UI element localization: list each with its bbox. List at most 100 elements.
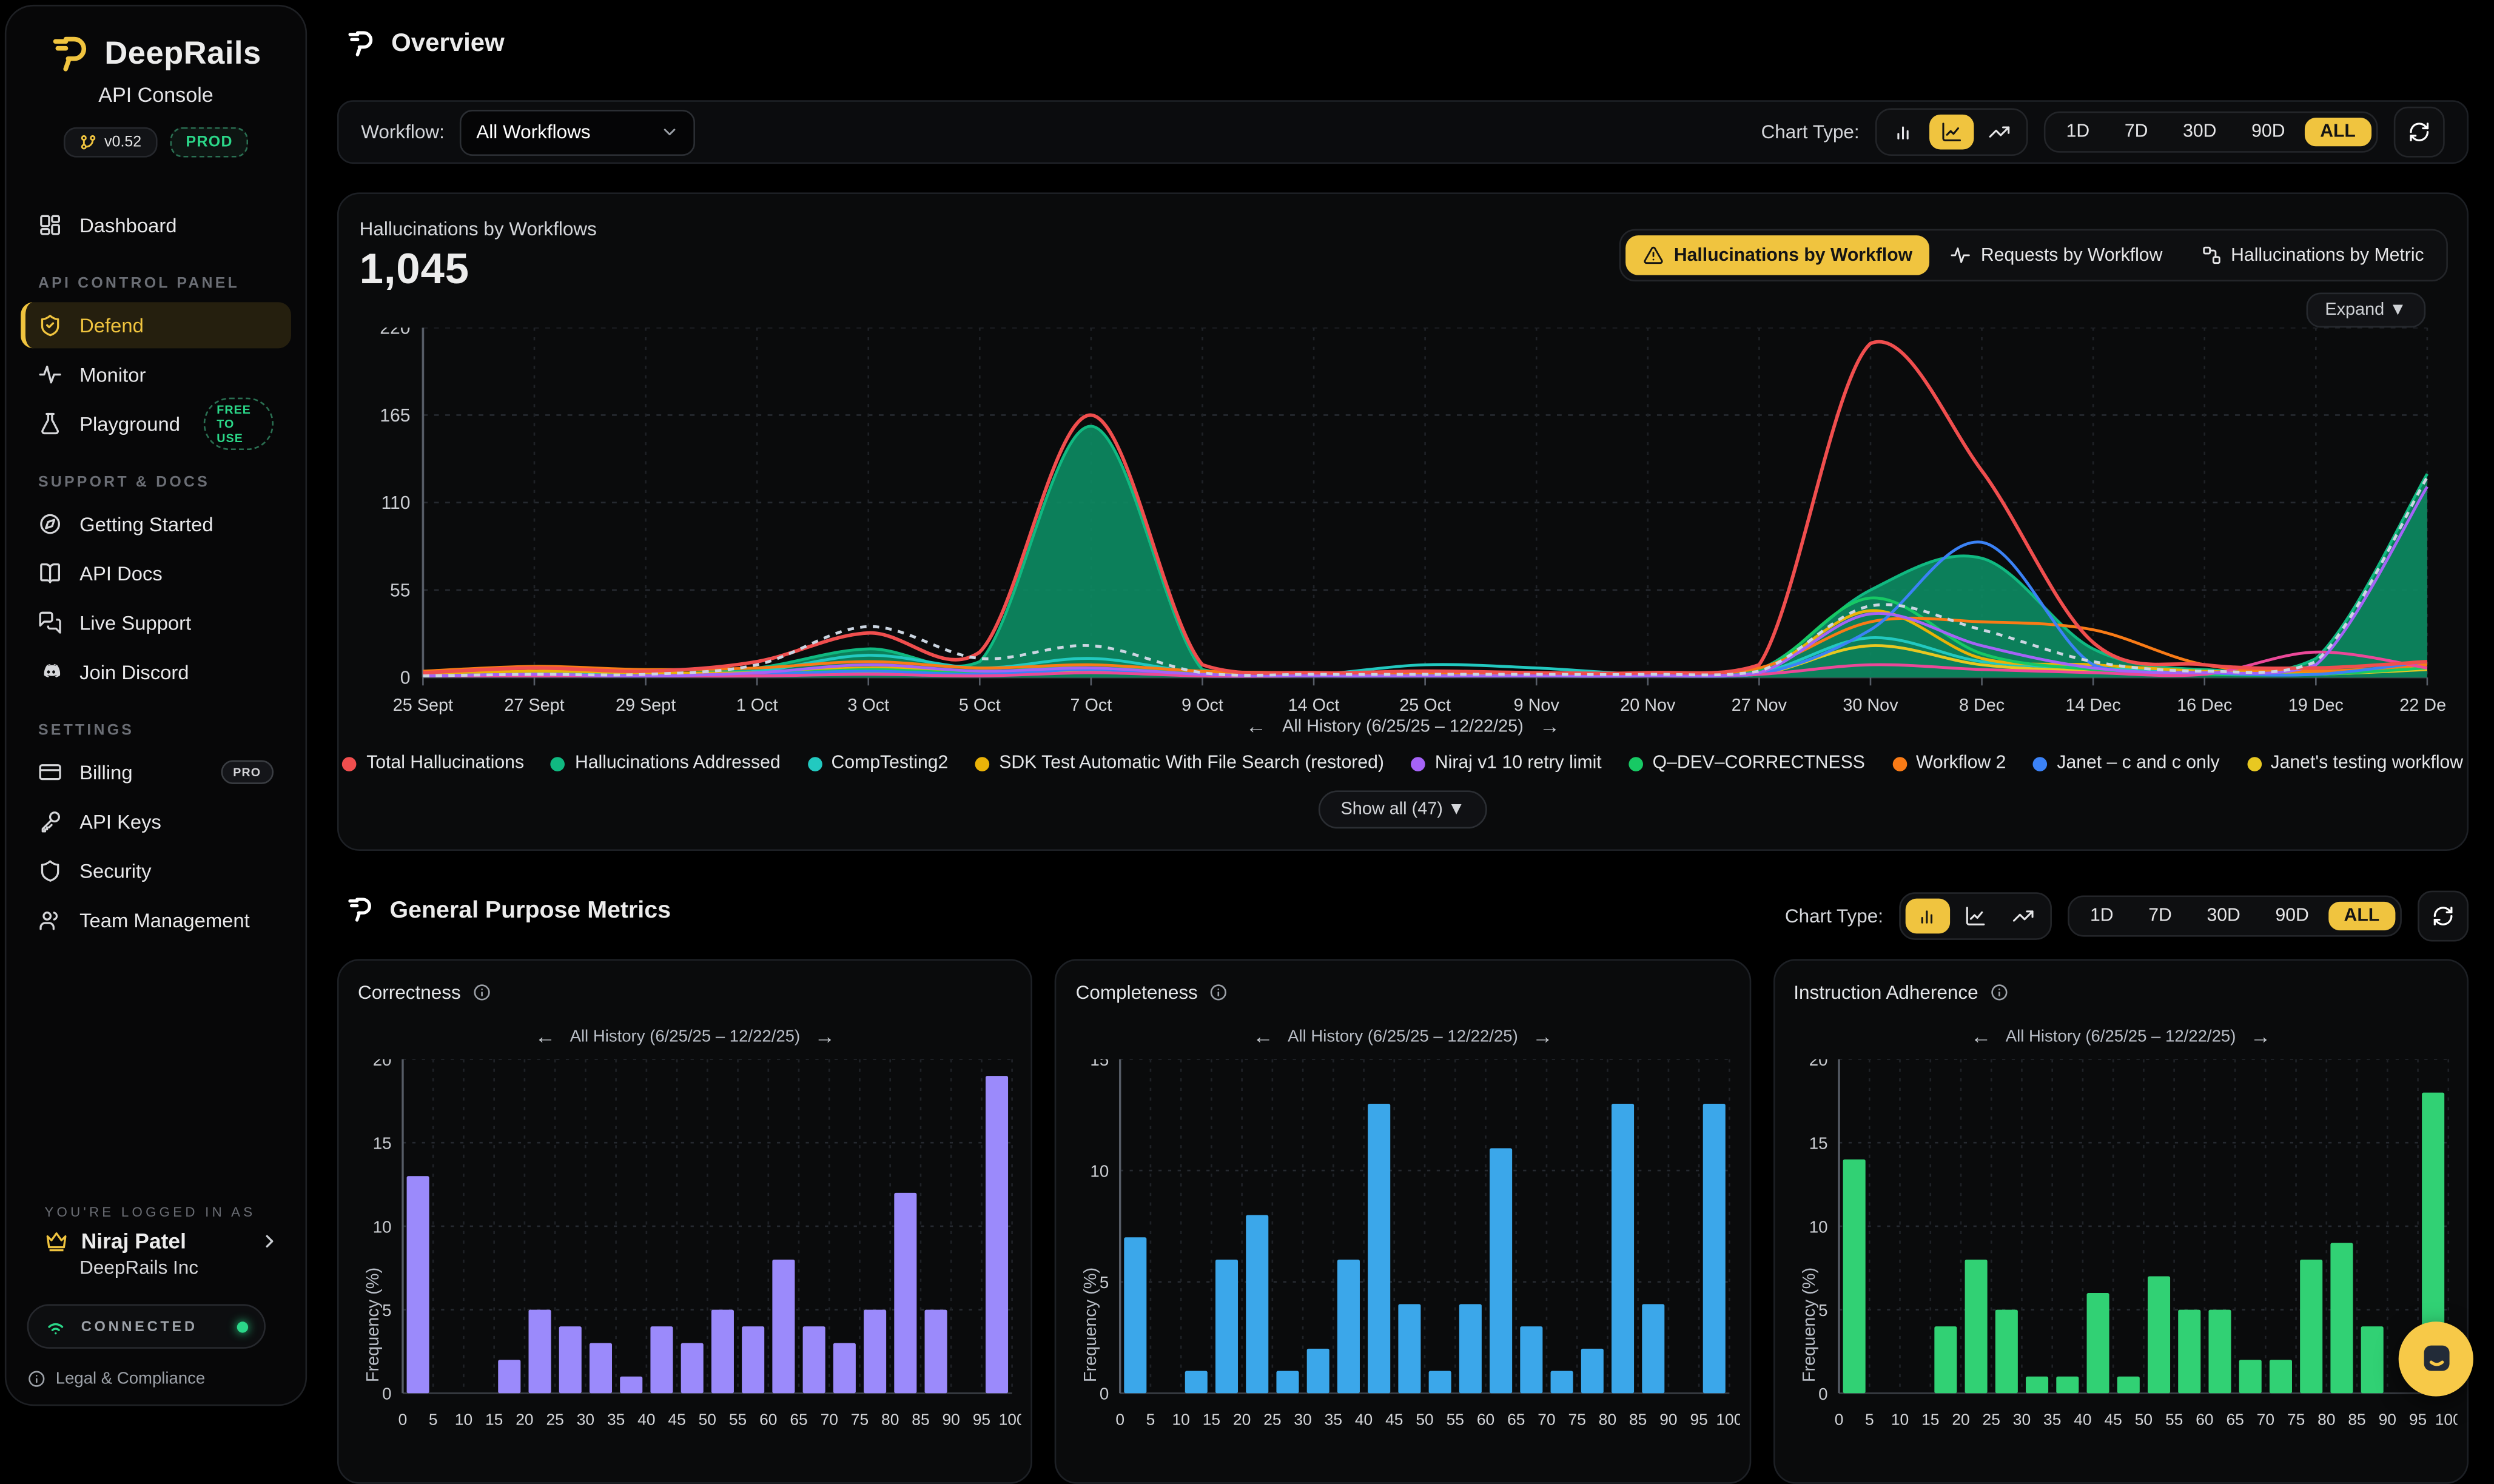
range-90d-button[interactable]: 90D [2236,118,2301,146]
deeprails-logo-icon [50,33,92,75]
sidebar-item-join-discord[interactable]: Join Discord [21,649,291,695]
legend-dot [1628,756,1643,771]
svg-text:20: 20 [1234,1411,1251,1429]
sidebar-item-getting-started[interactable]: Getting Started [21,501,291,547]
sidebar-item-label: Monitor [79,363,146,386]
chat-launcher-button[interactable] [2399,1321,2473,1396]
svg-text:5: 5 [429,1411,438,1429]
tab-label: Hallucinations by Workflow [1674,246,1912,264]
sidebar-item-live-support[interactable]: Live Support [21,600,291,646]
legend-item[interactable]: Workflow 2 [1892,754,2006,773]
range-30d-button[interactable]: 30D [2167,118,2233,146]
info-icon[interactable] [1209,983,1228,1002]
range-prev-arrow[interactable]: ← [1252,1024,1273,1048]
metrics-chart-type-trend-button[interactable] [2001,899,2045,934]
instruction-adherence-chart-canvas: 0510152005101520253035404550556065707580… [1784,1059,2457,1466]
sidebar-item-billing[interactable]: Billing PRO [21,749,291,795]
sidebar: DeepRails API Console v0.52 PROD [5,5,307,1406]
info-icon[interactable] [1989,983,2008,1002]
sidebar-item-label: Team Management [79,909,250,932]
range-next-arrow[interactable]: → [2250,1024,2271,1048]
svg-text:75: 75 [851,1411,869,1429]
sidebar-item-api-docs[interactable]: API Docs [21,550,291,596]
metrics-range-30d-button[interactable]: 30D [2191,902,2256,930]
free-to-use-badge: FREE TO USE [204,398,274,451]
legend-item[interactable]: SDK Test Automatic With File Search (res… [975,754,1384,773]
range-next-arrow[interactable]: → [1532,1024,1553,1048]
sidebar-item-security[interactable]: Security [21,848,291,894]
workflow-select[interactable]: All Workflows [460,109,696,155]
env-badge: PROD [170,127,249,158]
range-prev-arrow[interactable]: ← [535,1024,556,1048]
svg-text:20: 20 [1951,1411,1969,1429]
show-all-button[interactable]: Show all (47) ▼ [1319,790,1487,828]
sidebar-item-dashboard[interactable]: Dashboard [21,202,291,248]
svg-text:9 Nov: 9 Nov [1514,696,1560,715]
sidebar-item-api-keys[interactable]: API Keys [21,798,291,844]
sidebar-item-monitor[interactable]: Monitor [21,352,291,398]
legend-item[interactable]: Total Hallucinations [343,754,524,773]
legend-label: Q–DEV–CORRECTNESS [1653,754,1865,773]
svg-text:30: 30 [1294,1411,1312,1429]
legend-item[interactable]: Janet – c and c only [2033,754,2220,773]
svg-text:95: 95 [2408,1411,2426,1429]
metrics-range-all-button[interactable]: ALL [2328,902,2395,930]
legend-dot [2247,756,2261,771]
app-root: DeepRails API Console v0.52 PROD [0,0,2494,1411]
completeness-chart-canvas: 0510150510152025303540455055606570758085… [1066,1059,1739,1466]
chart-type-line-button[interactable] [1929,115,1974,150]
metrics-range-7d-button[interactable]: 7D [2133,902,2188,930]
svg-text:29 Sept: 29 Sept [616,696,676,715]
chart-type-trend-button[interactable] [1977,115,2022,150]
svg-text:65: 65 [790,1411,807,1429]
info-icon[interactable] [472,983,491,1002]
svg-text:10: 10 [1172,1411,1190,1429]
connection-status-pill[interactable]: CONNECTED [27,1304,266,1348]
tab-requests-by-workflow[interactable]: Requests by Workflow [1933,235,2180,275]
refresh-button[interactable] [2394,107,2445,158]
wifi-icon [44,1315,67,1338]
metrics-refresh-button[interactable] [2418,891,2469,942]
credit-card-icon [38,760,62,784]
svg-text:40: 40 [1356,1411,1373,1429]
legend-item[interactable]: Hallucinations Addressed [551,754,781,773]
expand-button[interactable]: Expand ▼ [2306,293,2425,328]
hallucinations-card-title: Hallucinations by Workflows [360,218,597,240]
range-next-arrow[interactable]: → [1539,714,1560,737]
range-1d-button[interactable]: 1D [2050,118,2105,146]
svg-text:165: 165 [380,406,410,426]
tab-hallucinations-by-workflow[interactable]: Hallucinations by Workflow [1626,235,1930,275]
sidebar-item-label: Dashboard [79,214,176,237]
chevron-right-icon[interactable] [259,1231,280,1252]
chart-type-bar-button[interactable] [1881,115,1926,150]
svg-text:15: 15 [1091,1059,1109,1069]
svg-text:35: 35 [2043,1411,2060,1429]
sidebar-item-team-management[interactable]: Team Management [21,897,291,943]
tab-hallucinations-by-metric[interactable]: Hallucinations by Metric [2183,235,2441,275]
metrics-controls: Chart Type: 1D 7D 30D 90D ALL [1785,891,2469,942]
metrics-chart-type-line-button[interactable] [1953,899,1997,934]
metrics-chart-type-bar-button[interactable] [1906,899,1950,934]
range-7d-button[interactable]: 7D [2109,118,2164,146]
sidebar-item-defend[interactable]: Defend [21,302,291,348]
metrics-range-1d-button[interactable]: 1D [2074,902,2129,930]
range-prev-arrow[interactable]: ← [1246,714,1266,737]
legend-dot [343,756,357,771]
svg-text:75: 75 [1568,1411,1586,1429]
range-next-arrow[interactable]: → [815,1024,835,1048]
connection-status-text: CONNECTED [81,1318,223,1334]
legend-item[interactable]: Niraj v1 10 retry limit [1411,754,1602,773]
range-prev-arrow[interactable]: ← [1971,1024,1991,1048]
svg-text:80: 80 [2317,1411,2334,1429]
sidebar-item-playground[interactable]: Playground FREE TO USE [21,401,291,447]
svg-text:22 Dec: 22 Dec [2399,696,2446,715]
legend-item[interactable]: Q–DEV–CORRECTNESS [1628,754,1865,773]
legend-item[interactable]: CompTesting2 [807,754,948,773]
metrics-range-90d-button[interactable]: 90D [2259,902,2325,930]
range-all-button[interactable]: ALL [2304,118,2371,146]
legal-compliance-link[interactable]: Legal & Compliance [27,1369,306,1388]
legend-label: Janet – c and c only [2057,754,2219,773]
user-row[interactable]: Niraj Patel [44,1229,280,1253]
legend-item[interactable]: Janet's testing workflow [2247,754,2463,773]
svg-text:0: 0 [400,668,411,688]
